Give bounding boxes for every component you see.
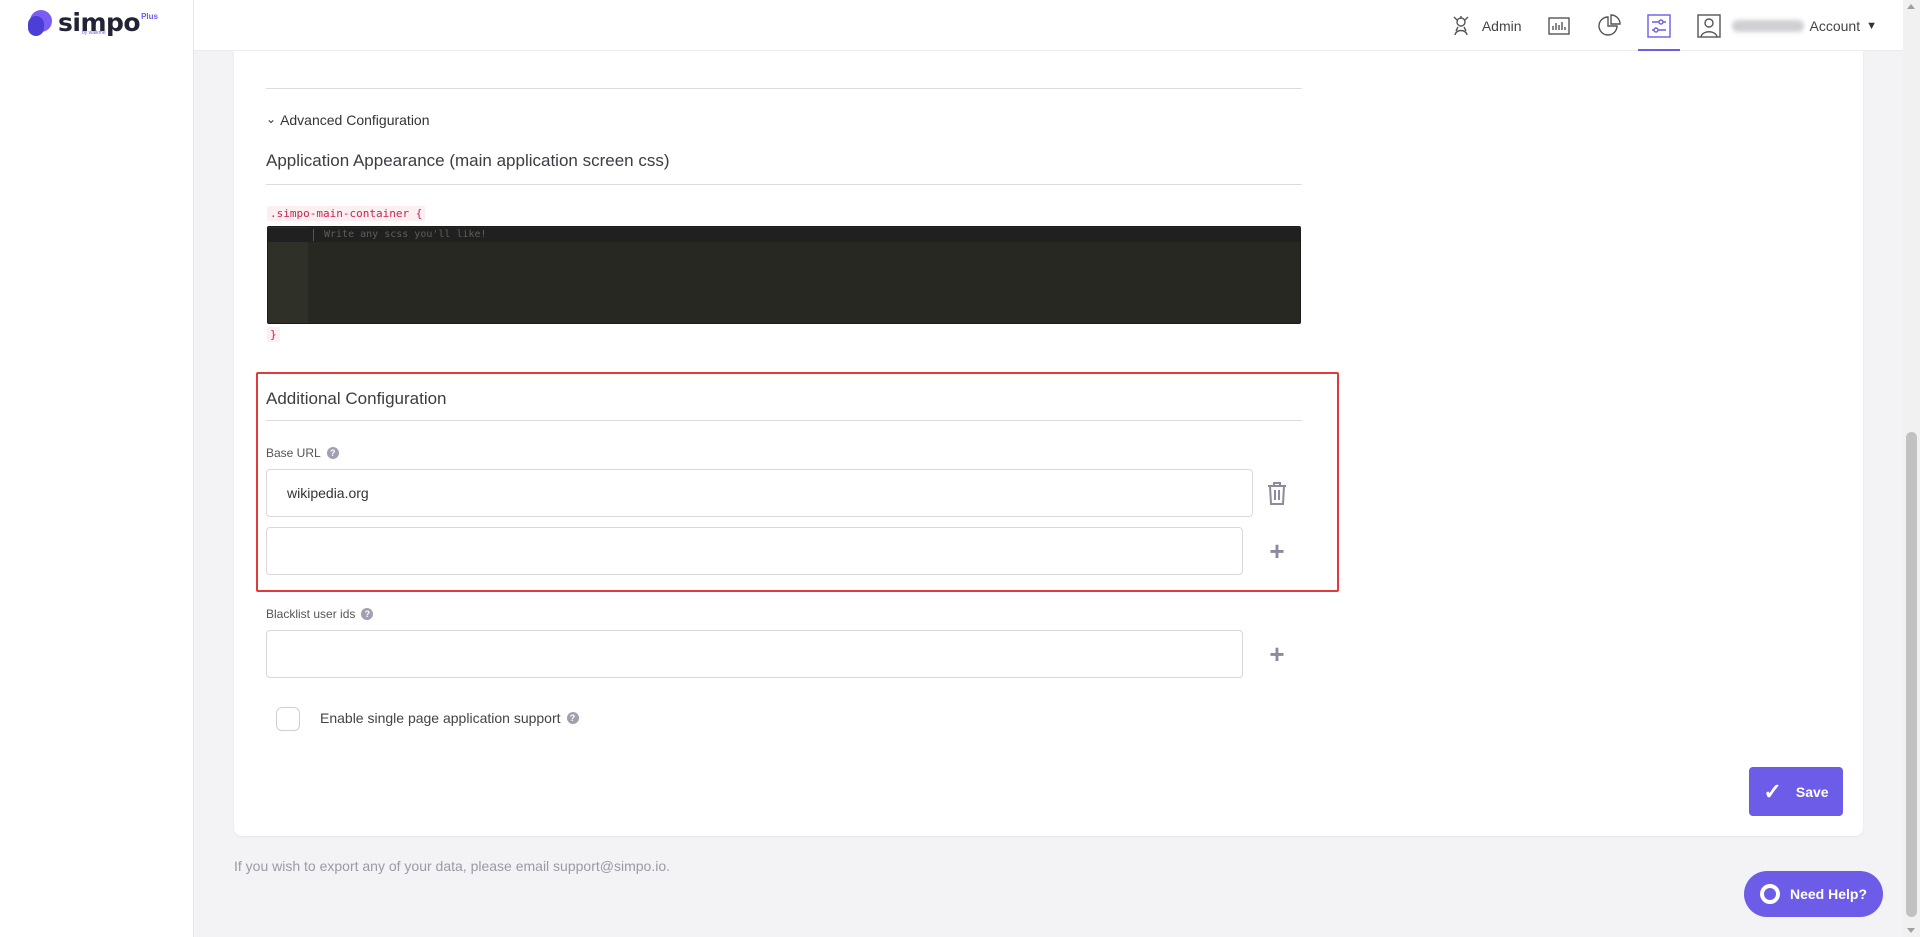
top-header: Admin Account ▼ (194, 0, 1903, 51)
user-icon (1696, 13, 1721, 38)
logo-mark-icon (28, 10, 54, 38)
base-url-label-text: Base URL (266, 446, 321, 460)
nav-admin-label: Admin (1481, 17, 1522, 34)
divider (266, 420, 1302, 421)
plus-icon: + (1269, 639, 1285, 669)
sliders-icon (1646, 13, 1671, 38)
editor-cursor (313, 229, 314, 241)
scrollbar-thumb[interactable] (1906, 432, 1917, 917)
nav-reports[interactable] (1534, 0, 1584, 51)
spa-support-label: Enable single page application support ? (320, 710, 579, 726)
delete-url-button[interactable] (1263, 479, 1291, 507)
lifebuoy-icon (1759, 884, 1780, 904)
nav-account[interactable]: Account ▼ (1684, 0, 1903, 51)
blacklist-label: Blacklist user ids ? (266, 607, 374, 621)
appearance-title: Application Appearance (main application… (266, 151, 670, 170)
plus-icon: + (1269, 536, 1285, 566)
add-blacklist-button[interactable]: + (1263, 640, 1291, 668)
need-help-label: Need Help? (1789, 886, 1867, 902)
new-base-url-input[interactable] (266, 527, 1243, 575)
scroll-up-icon[interactable] (1907, 4, 1915, 9)
account-name-blurred (1731, 19, 1804, 32)
nav-account-label: Account (1809, 17, 1861, 34)
top-nav: Admin Account ▼ (1436, 0, 1903, 51)
sidebar: simpo Plus by walkme (0, 0, 194, 937)
add-url-button[interactable]: + (1263, 537, 1291, 565)
nav-admin[interactable]: Admin (1436, 0, 1534, 51)
save-button[interactable]: ✓ Save (1749, 767, 1843, 816)
additional-configuration-title: Additional Configuration (266, 389, 447, 408)
help-icon[interactable]: ? (566, 712, 579, 724)
admin-icon (1453, 15, 1469, 35)
logo-plus-badge: Plus (141, 12, 158, 21)
save-button-label: Save (1795, 783, 1829, 800)
divider (266, 88, 1302, 89)
checkmark-icon: ✓ (1763, 778, 1782, 804)
bar-chart-icon (1547, 16, 1570, 35)
blacklist-user-ids-input[interactable] (266, 630, 1243, 678)
scroll-down-icon[interactable] (1907, 928, 1915, 933)
base-url-label: Base URL ? (266, 446, 339, 460)
scss-code-editor[interactable]: 1 Write any scss you'll like! (267, 226, 1301, 324)
help-icon[interactable]: ? (326, 447, 339, 459)
spa-support-checkbox[interactable] (276, 707, 300, 731)
help-icon[interactable]: ? (361, 608, 374, 620)
need-help-button[interactable]: Need Help? (1744, 871, 1883, 917)
advanced-configuration-label: Advanced Configuration (280, 112, 430, 128)
blacklist-label-text: Blacklist user ids (266, 607, 356, 621)
chevron-down-icon: ⌄ (266, 112, 277, 126)
spa-support-label-text: Enable single page application support (320, 710, 561, 726)
simpo-logo[interactable]: simpo Plus (28, 8, 158, 42)
trash-icon (1268, 482, 1286, 505)
nav-analytics[interactable] (1584, 0, 1634, 51)
editor-placeholder: Write any scss you'll like! (324, 229, 487, 240)
logo-subtitle: by walkme (82, 30, 106, 36)
divider (266, 184, 1302, 185)
css-selector-open: .simpo-main-container { (267, 206, 426, 221)
advanced-configuration-toggle[interactable]: ⌄ Advanced Configuration (266, 112, 430, 128)
page-scrollbar[interactable] (1903, 0, 1920, 937)
nav-settings[interactable] (1634, 0, 1684, 51)
chevron-down-icon: ▼ (1866, 19, 1877, 32)
pie-chart-icon (1597, 13, 1621, 36)
base-url-input[interactable]: wikipedia.org (266, 469, 1253, 517)
css-selector-close: } (267, 327, 280, 342)
export-data-note: If you wish to export any of your data, … (234, 858, 670, 874)
